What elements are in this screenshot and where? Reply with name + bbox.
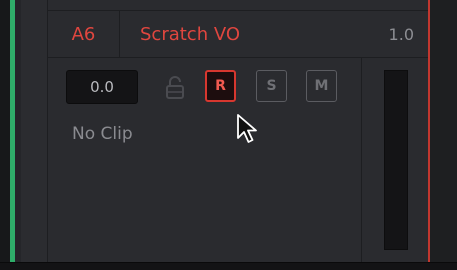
timeline-left-edge (0, 0, 10, 262)
track-level-field[interactable]: 0.0 (66, 70, 138, 104)
track-volume-value[interactable]: 1.0 (389, 11, 414, 57)
mute-button[interactable]: M (306, 70, 337, 102)
solo-button[interactable]: S (256, 70, 287, 102)
record-arm-button[interactable]: R (205, 70, 236, 102)
lock-icon[interactable] (165, 75, 185, 101)
meter-divider (361, 58, 362, 262)
audio-level-meter (384, 70, 408, 250)
timeline-track-area[interactable] (430, 0, 457, 262)
mouse-pointer-icon (237, 114, 257, 143)
track-bottom-edge (0, 262, 457, 270)
track-id-label: A6 (71, 23, 96, 45)
track-name-label[interactable]: Scratch VO (140, 11, 240, 57)
audio-track-header-view: A6 Scratch VO 1.0 0.0 R S M No Clip (0, 0, 457, 270)
track-select-strip[interactable] (21, 0, 48, 262)
track-header-row: A6 Scratch VO 1.0 (48, 10, 430, 58)
track-id-cell[interactable]: A6 (48, 11, 120, 57)
clip-status-label: No Clip (72, 124, 133, 144)
